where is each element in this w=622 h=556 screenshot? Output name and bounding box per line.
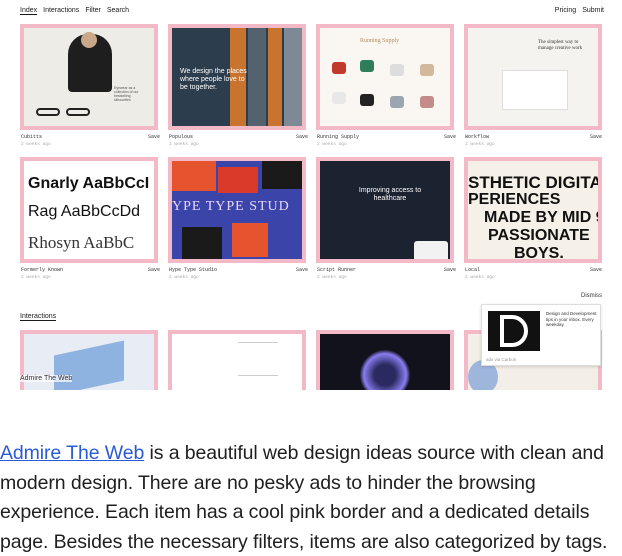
card-workflow[interactable]: The simplest way to manage creative work [464,24,602,130]
card-title[interactable]: Running Supply [317,134,359,140]
nav-interactions[interactable]: Interactions [43,7,79,15]
card-script-runner[interactable]: Improving access to healthcare [316,157,454,263]
color-block [262,161,302,189]
website-screenshot: Index Interactions Filter Search Pricing… [0,0,622,390]
product-icon [420,64,434,76]
card-meta: 2 weeks ago [169,142,199,147]
product-icon [390,64,404,76]
save-button[interactable]: Save [444,134,456,140]
card-thumbnail: Gnarly AaBbCcI Rag AaBbCcDd Rhosyn AaBbC [24,161,154,259]
card-local[interactable]: STHETIC DIGITAL PERIENCES MADE BY MID 90… [464,157,602,263]
thumbnail-text-block [238,342,278,376]
phone-mockup [414,241,448,259]
glasses-icon [36,108,60,116]
product-icon [332,92,346,104]
interaction-card[interactable] [316,330,454,390]
headline-line: PASSIONATE [488,227,590,244]
card-title[interactable]: Formerly Known [21,267,63,273]
building-shape [268,28,282,126]
thumbnail-orb [360,350,410,390]
nav-index[interactable]: Index [20,7,38,15]
nav-pricing[interactable]: Pricing [555,7,576,14]
card-title[interactable]: Cubitts [21,134,42,140]
color-block [232,223,268,257]
building-shape [284,28,302,126]
card-thumbnail: Eyewear as a collection of our bestselli… [24,28,154,126]
top-nav: Index Interactions Filter Search [20,7,129,15]
nav-search[interactable]: Search [107,7,129,15]
nav-filter[interactable]: Filter [85,7,101,15]
thumbnail-headline: Running Supply [360,38,400,44]
interaction-card[interactable] [168,330,306,390]
card-title[interactable]: Script Runner [317,267,356,273]
product-icon [360,60,374,72]
ad-via-link[interactable]: ads via Carbon [486,357,516,362]
thumbnail-headline: The simplest way to manage creative work [538,40,583,51]
color-block [182,227,222,259]
type-specimen-line: Rhosyn AaBbC [28,233,135,252]
product-icon [332,62,346,74]
card-hype-type-studio[interactable]: YPE TYPE STUD [168,157,306,263]
card-thumbnail: The simplest way to manage creative work [468,28,598,126]
card-thumbnail: We design the places where people love t… [172,28,302,126]
glasses-icon [66,108,90,116]
card-meta: 2 weeks ago [317,142,347,147]
nav-submit[interactable]: Submit [582,7,604,14]
card-title[interactable]: Workflow [465,134,489,140]
description-paragraph: Admire The Web is a beautiful web design… [0,439,622,556]
save-button[interactable]: Save [296,267,308,273]
thumbnail-note: Eyewear as a collection of our bestselli… [114,86,139,102]
save-button[interactable]: Save [444,267,456,273]
card-meta: 2 weeks ago [21,275,51,280]
save-button[interactable]: Save [590,134,602,140]
carbon-ad[interactable]: Design and Development tips in your inbo… [481,304,601,366]
thumbnail-headline: Improving access to healthcare [358,187,422,202]
site-label: Admire The Web [20,375,73,382]
ad-copy: Design and Development tips in your inbo… [546,311,597,327]
thumbnail-headline: We design the places where people love t… [180,68,247,91]
card-title[interactable]: Local [465,267,480,273]
card-thumbnail: YPE TYPE STUD [172,161,302,259]
card-meta: 2 weeks ago [317,275,347,280]
product-icon [420,96,434,108]
save-button[interactable]: Save [148,134,160,140]
headline-line: STHETIC DIGITAL [468,173,598,192]
headline-line: BOYS. [514,245,564,259]
card-meta: 2 weeks ago [21,142,51,147]
product-icon [360,94,374,106]
card-cubitts[interactable]: Eyewear as a collection of our bestselli… [20,24,158,130]
card-running-supply[interactable]: Running Supply [316,24,454,130]
model-head [81,32,97,48]
interactions-heading[interactable]: Interactions [20,313,57,321]
headline-line: PERIENCES [468,191,561,208]
card-populous[interactable]: We design the places where people love t… [168,24,306,130]
building-shape [248,28,266,126]
dismiss-button[interactable]: Dismiss [581,293,602,299]
card-thumbnail: STHETIC DIGITAL PERIENCES MADE BY MID 90… [468,161,598,259]
card-title[interactable]: Hype Type Studio [169,267,217,273]
card-thumbnail: Improving access to healthcare [320,161,450,259]
product-icon [390,96,404,108]
thumbnail-shape [54,340,124,390]
type-specimen-line: Rag AaBbCcDd [28,203,141,220]
headline-line: MADE BY MID 90 [484,209,598,226]
d-logo-icon [500,315,528,347]
card-meta: 2 weeks ago [465,142,495,147]
type-specimen-line: Gnarly AaBbCcI [28,175,150,192]
thumbnail-headline: YPE TYPE STUD [172,199,290,214]
save-button[interactable]: Save [148,267,160,273]
card-thumbnail: Running Supply [320,28,450,126]
card-title[interactable]: Populous [169,134,193,140]
save-button[interactable]: Save [590,267,602,273]
card-formerly-known[interactable]: Gnarly AaBbCcI Rag AaBbCcDd Rhosyn AaBbC [20,157,158,263]
card-meta: 2 weeks ago [465,275,495,280]
admire-the-web-link[interactable]: Admire The Web [0,442,144,464]
card-meta: 2 weeks ago [169,275,199,280]
top-nav-right: Pricing Submit [555,7,604,14]
app-panel [502,70,568,110]
color-block [218,167,258,193]
color-block [172,161,216,191]
save-button[interactable]: Save [296,134,308,140]
ad-logo [488,311,540,351]
